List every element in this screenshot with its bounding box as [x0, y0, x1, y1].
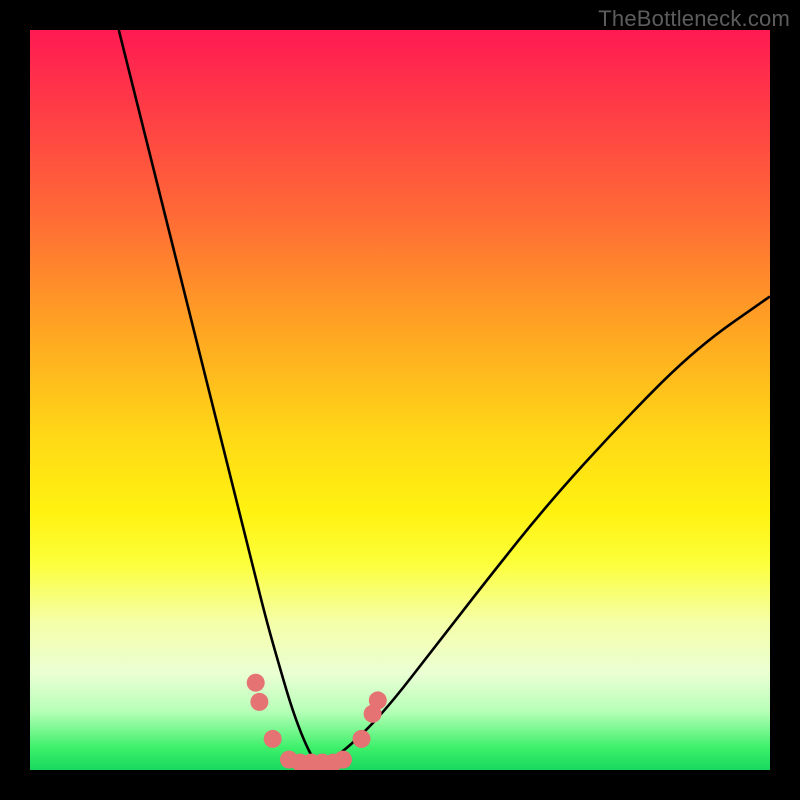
minimum-dot: [369, 691, 387, 709]
minimum-dots-group: [247, 674, 387, 770]
minimum-dot: [264, 730, 282, 748]
plot-area: [30, 30, 770, 770]
minimum-dot: [250, 693, 268, 711]
chart-frame: TheBottleneck.com: [0, 0, 800, 800]
minimum-dot: [353, 730, 371, 748]
curve-layer: [30, 30, 770, 770]
bottleneck-curve: [119, 30, 770, 763]
minimum-dot: [247, 674, 265, 692]
watermark-text: TheBottleneck.com: [598, 6, 790, 32]
minimum-dot: [334, 751, 352, 769]
